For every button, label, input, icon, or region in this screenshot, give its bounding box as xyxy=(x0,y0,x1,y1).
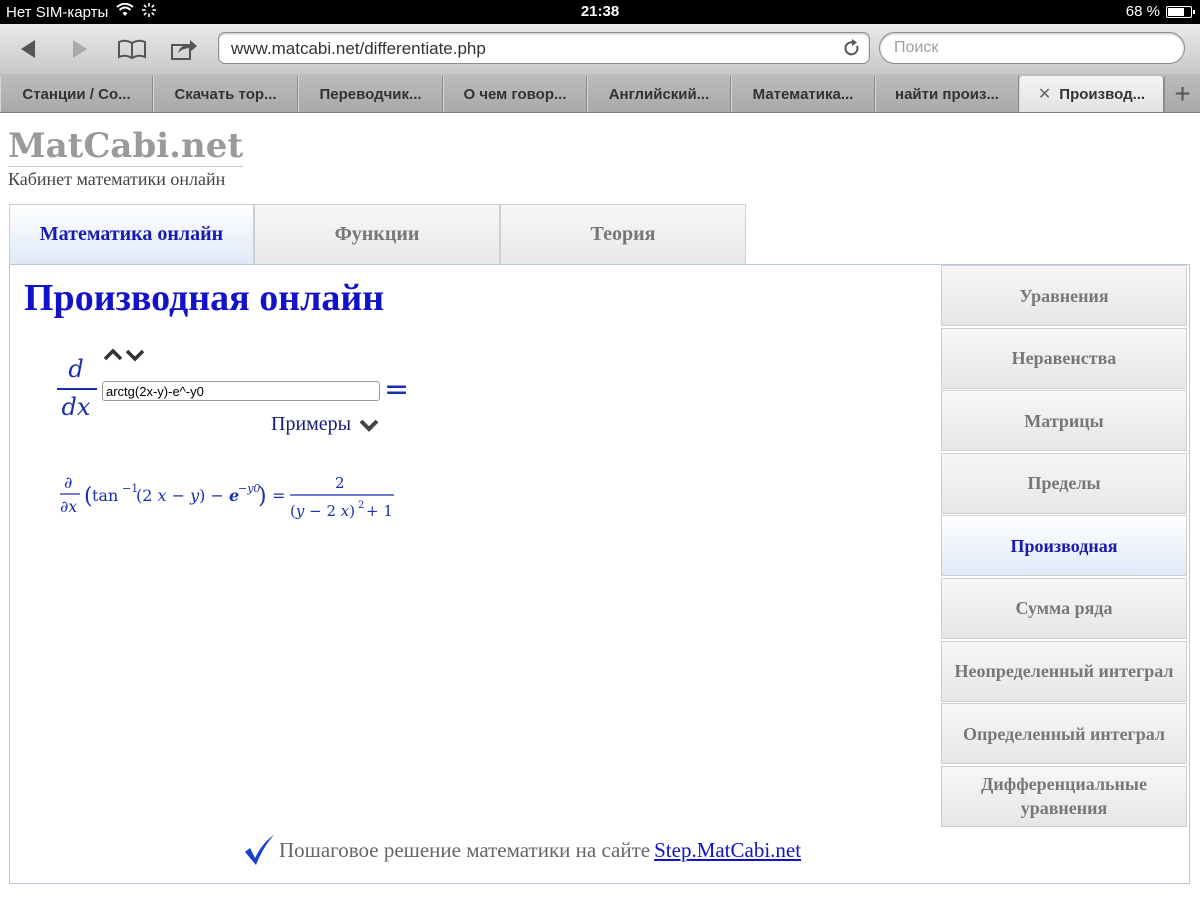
forward-button[interactable] xyxy=(64,34,96,64)
tab-theory[interactable]: Теория xyxy=(500,204,746,265)
svg-text:∂: ∂ xyxy=(64,473,72,492)
svg-text:2: 2 xyxy=(335,474,345,492)
result-formula: ∂ ∂x ( tan −1 (2 x − y) − e −y0 ) = 2 (y… xyxy=(60,470,400,530)
status-right: 68 % xyxy=(1125,3,1195,20)
tab-math-online[interactable]: Математика онлайн xyxy=(9,204,254,265)
footer-note: Пошаговое решение математики на сайте St… xyxy=(243,834,801,866)
tab-label: Переводчик... xyxy=(319,85,422,103)
browser-tab[interactable]: найти произ... xyxy=(875,76,1019,112)
svg-text:(y − 2 x): (y − 2 x) xyxy=(290,502,355,520)
sidebar-item-indefinite-integral[interactable]: Неопределенный интеграл xyxy=(941,640,1187,702)
sidebar-item-equations[interactable]: Уравнения xyxy=(941,265,1187,326)
sidebar-menu: Уравнения Неравенства Матрицы Пределы Пр… xyxy=(941,265,1187,828)
sidebar-item-derivative[interactable]: Производная xyxy=(941,515,1187,577)
tab-functions[interactable]: Функции xyxy=(254,204,500,265)
search-bar[interactable] xyxy=(879,32,1185,64)
tab-label: О чем говор... xyxy=(463,85,567,103)
open-book-icon xyxy=(118,39,146,60)
chevron-up-icon[interactable] xyxy=(103,348,123,361)
clock: 21:38 xyxy=(580,3,620,20)
address-bar[interactable]: www.matcabi.net/differentiate.php xyxy=(218,32,870,64)
browser-toolbar: www.matcabi.net/differentiate.php xyxy=(0,24,1200,75)
sidebar-item-matrices[interactable]: Матрицы xyxy=(941,390,1187,452)
browser-tab-active[interactable]: ✕ Производ... xyxy=(1019,76,1164,112)
sidebar-item-series-sum[interactable]: Сумма ряда xyxy=(941,577,1187,639)
share-button[interactable] xyxy=(168,34,200,64)
svg-text:+ 1: + 1 xyxy=(366,502,393,520)
close-tab-icon[interactable]: ✕ xyxy=(1038,84,1051,104)
bookmarks-button[interactable] xyxy=(116,34,148,64)
plus-icon: + xyxy=(1174,78,1191,109)
browser-tab[interactable]: Скачать тор... xyxy=(153,76,298,112)
svg-text:(2 x − y) − e: (2 x − y) − e xyxy=(136,486,239,505)
battery-icon xyxy=(1166,5,1195,18)
logo-text: MatCabi.net xyxy=(8,126,244,167)
tab-label: Станции / Со... xyxy=(22,85,131,103)
chevron-down-icon[interactable] xyxy=(125,349,145,362)
battery-label: 68 % xyxy=(1125,3,1160,20)
browser-tab[interactable]: Математика... xyxy=(731,76,875,112)
sidebar-item-differential-equations[interactable]: Дифференциальные уравнения xyxy=(941,765,1187,827)
tab-label: Скачать тор... xyxy=(174,85,277,103)
tab-label: Английский... xyxy=(608,85,710,103)
sidebar-item-limits[interactable]: Пределы xyxy=(941,452,1187,514)
site-nav-tabs: Математика онлайн Функции Теория xyxy=(9,204,746,265)
tab-label: Производ... xyxy=(1059,85,1146,103)
browser-tab[interactable]: О чем говор... xyxy=(443,76,587,112)
search-input[interactable] xyxy=(892,38,1176,58)
browser-tab[interactable]: Станции / Со... xyxy=(0,76,153,112)
tab-label: найти произ... xyxy=(895,85,999,103)
site-logo[interactable]: MatCabi.net Кабинет математики онлайн xyxy=(8,126,244,190)
footer-text: Пошаговое решение математики на сайте xyxy=(279,837,651,862)
svg-text:): ) xyxy=(258,484,267,509)
expression-input[interactable] xyxy=(102,381,380,401)
browser-tab-strip: Станции / Со... Скачать тор... Переводчи… xyxy=(0,74,1200,113)
new-tab-button[interactable]: + xyxy=(1164,76,1200,112)
fraction-line xyxy=(57,388,97,390)
share-icon xyxy=(171,40,197,60)
sidebar-item-inequalities[interactable]: Неравенства xyxy=(941,327,1187,389)
derivative-numerator: d xyxy=(68,355,84,383)
page-title: Производная онлайн xyxy=(24,277,385,319)
forward-arrow-icon xyxy=(73,40,87,58)
checkmark-icon xyxy=(245,835,274,865)
reload-icon[interactable] xyxy=(843,38,861,63)
status-bar: Нет SIM-карты 21:38 68 % xyxy=(0,0,1200,24)
browser-tab[interactable]: Английский... xyxy=(587,76,731,112)
examples-dropdown[interactable]: Примеры xyxy=(271,413,379,436)
footer-link[interactable]: Step.MatCabi.net xyxy=(654,838,801,863)
sidebar-item-definite-integral[interactable]: Определенный интеграл xyxy=(941,703,1187,765)
svg-text:2: 2 xyxy=(358,500,364,511)
svg-text:∂x: ∂x xyxy=(60,497,77,516)
svg-text:tan: tan xyxy=(92,486,118,505)
tab-label: Математика... xyxy=(752,85,854,103)
logo-tagline: Кабинет математики онлайн xyxy=(8,169,226,189)
history-arrows xyxy=(103,347,147,368)
svg-text:=: = xyxy=(272,486,285,505)
back-arrow-icon xyxy=(21,40,35,58)
url-text: www.matcabi.net/differentiate.php xyxy=(231,39,486,58)
examples-label: Примеры xyxy=(271,413,352,435)
equals-button[interactable]: = xyxy=(384,372,409,407)
derivative-denominator: dx xyxy=(61,393,91,421)
back-button[interactable] xyxy=(12,34,44,64)
browser-tab[interactable]: Переводчик... xyxy=(298,76,443,112)
chevron-down-icon xyxy=(359,419,379,432)
